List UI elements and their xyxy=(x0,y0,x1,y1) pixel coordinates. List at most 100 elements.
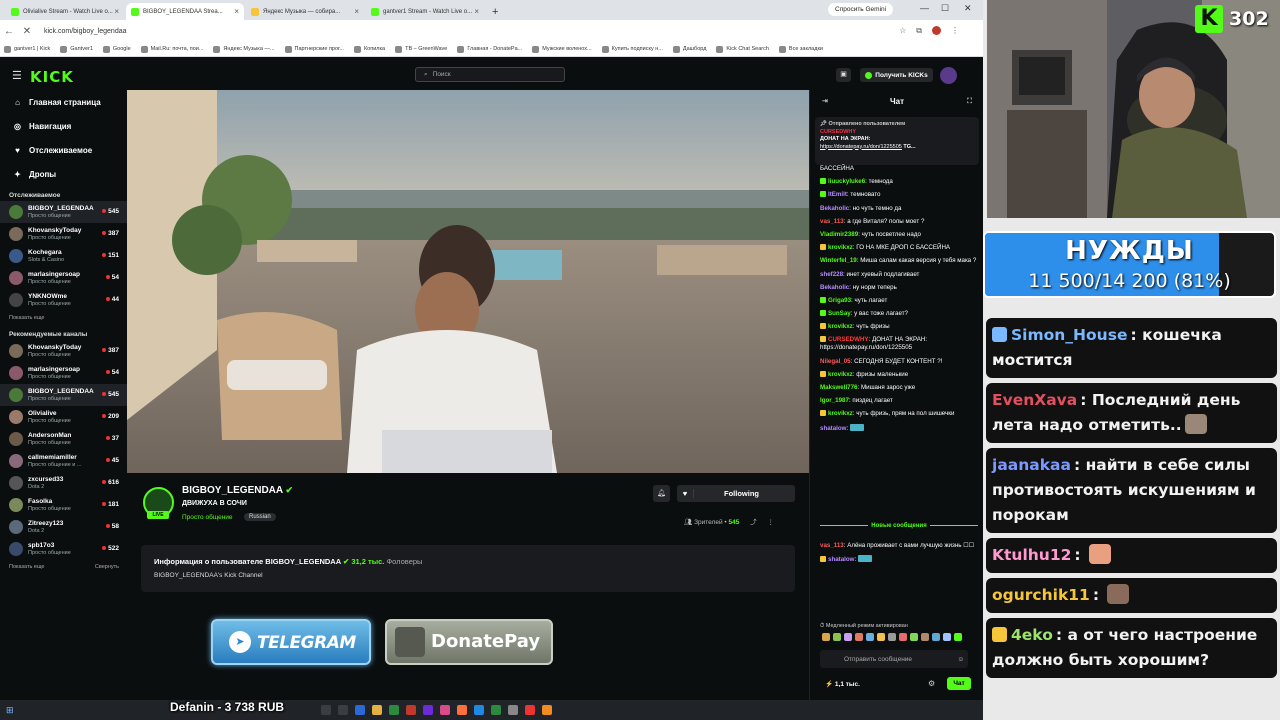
sidebar-channel[interactable]: BIGBOY_LEGENDAA Просто общение 545 xyxy=(0,201,127,223)
bookmark-item[interactable]: Яндекс Музыка —... xyxy=(213,45,275,53)
taskbar-app-icon[interactable] xyxy=(354,705,365,715)
chat-username[interactable]: shatalow xyxy=(820,425,846,432)
search-input[interactable]: ⌕ Поиск xyxy=(415,67,565,82)
chat-username[interactable]: CURSEDWHY xyxy=(828,336,869,343)
quick-emote-icon[interactable] xyxy=(866,633,874,641)
new-messages-divider[interactable]: Новые сообщения xyxy=(820,523,978,529)
chat-username[interactable]: shatalow xyxy=(828,556,854,563)
taskbar-app-icon[interactable] xyxy=(439,705,450,715)
send-chat-button[interactable]: Чат xyxy=(947,677,971,690)
new-tab-icon[interactable]: + xyxy=(492,6,498,18)
sidebar-nav-item[interactable]: ✦ Дропы xyxy=(0,162,127,186)
chat-username[interactable]: Igor_1987 xyxy=(820,397,849,404)
sidebar-nav-item[interactable]: ♥ Отслеживаемое xyxy=(0,138,127,162)
quick-emote-icon[interactable] xyxy=(855,633,863,641)
bookmark-item[interactable]: gantver1 | Kick xyxy=(4,45,50,53)
chat-username[interactable]: vas_113 xyxy=(820,542,844,549)
stream-category[interactable]: Просто общение xyxy=(182,514,233,521)
taskbar-app-icon[interactable] xyxy=(320,705,331,715)
sidebar-channel[interactable]: Fasolka Просто общение 181 xyxy=(0,494,127,516)
taskbar-app-icon[interactable] xyxy=(490,705,501,715)
chat-username[interactable]: krovikxz xyxy=(828,323,853,330)
notification-bell-icon[interactable]: 🔔︎ xyxy=(653,485,670,502)
windows-start-icon[interactable]: ⊞ xyxy=(6,705,14,716)
extensions-icon[interactable]: ⧉ xyxy=(916,26,922,36)
show-more-recommended[interactable]: Показать еще xyxy=(9,564,45,570)
chat-username[interactable]: krovikxz xyxy=(828,410,853,417)
follow-button[interactable]: ♥ Following xyxy=(677,485,795,502)
taskbar-app-icon[interactable] xyxy=(422,705,433,715)
quick-emote-icon[interactable] xyxy=(899,633,907,641)
sidebar-channel[interactable]: Olivialive Просто общение 209 xyxy=(0,406,127,428)
chat-popout-icon[interactable]: ⛶ xyxy=(967,90,972,114)
chat-username[interactable]: krovikxz xyxy=(828,371,853,378)
chat-settings-icon[interactable]: ⚙ xyxy=(928,679,935,688)
quick-emote-icon[interactable] xyxy=(888,633,896,641)
video-player[interactable] xyxy=(127,90,809,473)
sidebar-channel[interactable]: KhovanskyToday Просто общение 387 xyxy=(0,340,127,362)
tab-close-icon[interactable]: × xyxy=(474,7,479,16)
quick-emote-icon[interactable] xyxy=(910,633,918,641)
menu-icon[interactable]: ⋮ xyxy=(951,26,959,36)
get-kicks-button[interactable]: Получить KICKs xyxy=(860,68,933,82)
show-more-following[interactable]: Показать еще xyxy=(0,311,127,325)
streamer-name[interactable]: BIGBOY_LEGENDAA ✔ xyxy=(182,485,293,496)
sidebar-channel[interactable]: callmemiamiller Просто общение и ... 45 xyxy=(0,450,127,472)
bookmark-item[interactable]: Google xyxy=(102,45,131,53)
emoji-picker-icon[interactable]: ☺ xyxy=(957,656,964,663)
browser-tab[interactable]: Яндекс Музыка — собира... × xyxy=(246,3,364,20)
bookmark-star-icon[interactable]: ☆ xyxy=(899,26,906,36)
chat-username[interactable]: Makswell776 xyxy=(820,384,858,391)
taskbar-app-icon[interactable] xyxy=(473,705,484,715)
clips-icon[interactable]: ▣ xyxy=(836,68,851,82)
sidebar-channel[interactable]: BIGBOY_LEGENDAA Просто общение 545 xyxy=(0,384,127,406)
taskbar-app-icon[interactable] xyxy=(337,705,348,715)
sidebar-channel[interactable]: Zitreezy123 Dota 2 58 xyxy=(0,516,127,538)
tab-close-icon[interactable]: × xyxy=(234,7,239,16)
tab-close-icon[interactable]: × xyxy=(114,7,119,16)
chat-username[interactable]: Winterfel_19 xyxy=(820,257,857,264)
bookmark-item[interactable]: Купить подписку н... xyxy=(601,45,663,53)
quick-emote-icon[interactable] xyxy=(954,633,962,641)
sidebar-channel[interactable]: KhovanskyToday Просто общение 387 xyxy=(0,223,127,245)
quick-emote-icon[interactable] xyxy=(844,633,852,641)
chat-username[interactable]: krovikxz xyxy=(828,244,853,251)
sidebar-nav-item[interactable]: ◎ Навигация xyxy=(0,114,127,138)
user-avatar[interactable] xyxy=(940,67,957,84)
profile-icon[interactable] xyxy=(932,26,941,35)
taskbar-app-icon[interactable] xyxy=(456,705,467,715)
reload-icon[interactable]: ✕ xyxy=(18,26,36,37)
bookmark-item[interactable]: Все закладки xyxy=(778,45,823,53)
bookmark-item[interactable]: Копилка xyxy=(353,45,385,53)
telegram-panel[interactable]: ➤ TELEGRAM xyxy=(211,619,371,665)
chat-username[interactable]: vas_113 xyxy=(820,218,844,225)
taskbar-app-icon[interactable] xyxy=(507,705,518,715)
back-icon[interactable]: ← xyxy=(0,26,18,37)
taskbar-app-icon[interactable] xyxy=(371,705,382,715)
tab-close-icon[interactable]: × xyxy=(354,7,359,16)
chat-username[interactable]: liuuckyluke6 xyxy=(828,178,865,185)
chat-username[interactable]: shef228 xyxy=(820,271,843,278)
gemini-button[interactable]: Спросить Gemini xyxy=(828,3,894,16)
chat-username[interactable]: ltEmilt xyxy=(828,191,847,198)
quick-emote-icon[interactable] xyxy=(833,633,841,641)
quick-emote-icon[interactable] xyxy=(822,633,830,641)
quick-emote-icon[interactable] xyxy=(943,633,951,641)
collapse-chat-icon[interactable]: ⇥ xyxy=(822,90,828,114)
bookmark-item[interactable]: Партнерские прог... xyxy=(284,45,344,53)
bookmark-item[interactable]: Главная - DonatePa... xyxy=(457,45,522,53)
taskbar-app-icon[interactable] xyxy=(388,705,399,715)
sidebar-nav-item[interactable]: ⌂ Главная страница xyxy=(0,90,127,114)
sidebar-channel[interactable]: YNKNOWme Просто общение 44 xyxy=(0,289,127,311)
quick-emote-icon[interactable] xyxy=(877,633,885,641)
bookmark-item[interactable]: Gantver1 xyxy=(60,45,93,53)
sidebar-channel[interactable]: AndersonMan Просто общение 37 xyxy=(0,428,127,450)
chat-username[interactable]: Bekaholic xyxy=(820,284,849,291)
bookmark-item[interactable]: Kick Chat Search xyxy=(716,45,769,53)
maximize-icon[interactable]: ☐ xyxy=(941,3,949,14)
browser-tab[interactable]: Olivialive Stream - Watch Live o... × xyxy=(6,3,124,20)
kicks-balance[interactable]: ⚡ 1,1 тыс. xyxy=(825,680,860,688)
browser-tab[interactable]: BIGBOY_LEGENDAA Strea... × xyxy=(126,3,244,20)
bookmark-item[interactable]: Мужские воленох... xyxy=(532,45,592,53)
quick-emote-icon[interactable] xyxy=(921,633,929,641)
